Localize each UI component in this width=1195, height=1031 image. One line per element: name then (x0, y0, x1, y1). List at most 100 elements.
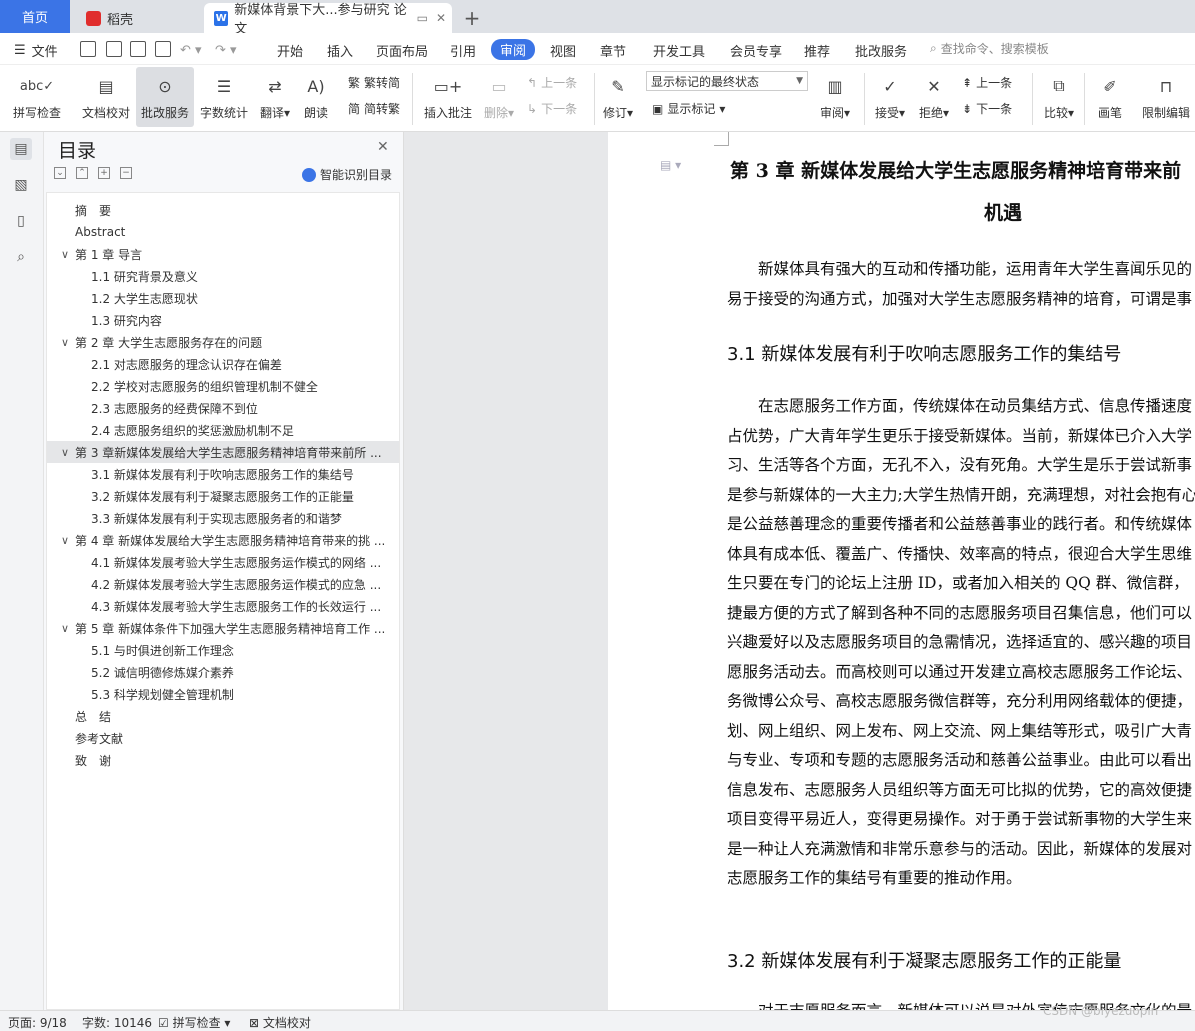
document-page[interactable]: ▤ ▾ 第 3 章 新媒体发展给大学生志愿服务精神培育带来前 机遇 新媒体具有强… (608, 132, 1195, 1010)
next-comment-button[interactable]: ↳ 下一条 (527, 100, 577, 117)
correction-service-button[interactable]: ⊙ 批改服务 (136, 67, 194, 127)
toc-item[interactable]: ∨ 第 5 章 新媒体条件下加强大学生志愿服务精神培育工作 ... (47, 617, 399, 639)
toc-item[interactable]: 致 谢 (47, 749, 399, 771)
save-icon[interactable] (80, 41, 96, 57)
trad-to-simp-button[interactable]: 繁 繁转简 (348, 74, 400, 91)
toc-item[interactable]: 1.2 大学生志愿现状 (47, 287, 399, 309)
simp-to-trad-button[interactable]: 简 简转繁 (348, 100, 400, 117)
toc-item[interactable]: 2.3 志愿服务的经费保障不到位 (47, 397, 399, 419)
add-item-icon[interactable]: + (98, 167, 110, 179)
review-ribbon: abc✓ 拼写检查 ▤ 文档校对 ⊙ 批改服务 ☰ 字数统计 ⇄ 翻译▾ A) … (0, 65, 1195, 132)
next-change-button[interactable]: ⇟ 下一条 (962, 100, 1012, 117)
chevron-down-icon[interactable]: ∨ (61, 248, 69, 261)
reject-button[interactable]: ✕ 拒绝▾ (914, 67, 954, 127)
toc-item[interactable]: 5.2 诚信明德修炼媒介素养 (47, 661, 399, 683)
translate-button[interactable]: ⇄ 翻译▾ (256, 67, 294, 127)
tab-close-icon[interactable]: ✕ (436, 11, 446, 25)
chevron-down-icon[interactable]: ∨ (61, 446, 69, 459)
menu-view[interactable]: 视图 (550, 40, 576, 60)
pen-button[interactable]: ✐ 画笔 (1090, 67, 1130, 127)
toc-item[interactable]: 总 结 (47, 705, 399, 727)
toc-item[interactable]: 4.1 新媒体发展考验大学生志愿服务运作模式的网络 ... (47, 551, 399, 573)
print-preview-icon[interactable] (155, 41, 171, 57)
accept-button[interactable]: ✓ 接受▾ (870, 67, 910, 127)
show-markup-button[interactable]: ▣ 显示标记 ▾ (652, 100, 725, 117)
close-icon[interactable]: ✕ (377, 139, 389, 155)
toc-item[interactable]: 4.2 新媒体发展考验大学生志愿服务运作模式的应急 ... (47, 573, 399, 595)
toc-item[interactable]: 2.2 学校对志愿服务的组织管理机制不健全 (47, 375, 399, 397)
menu-chapter[interactable]: 章节 (600, 40, 626, 60)
prev-change-button[interactable]: ⇞ 上一条 (962, 74, 1012, 91)
doc-check-icon: ▤ (98, 76, 114, 96)
chevron-down-icon[interactable]: ∨ (61, 534, 69, 547)
menu-review[interactable]: 审阅 (491, 39, 536, 60)
toc-icon[interactable]: ▤ (10, 138, 32, 160)
toc-item[interactable]: ∨ 第 2 章 大学生志愿服务存在的问题 (47, 331, 399, 353)
restrict-editing-button[interactable]: ⊓ 限制编辑 (1138, 67, 1194, 127)
status-spell-check[interactable]: ☑ 拼写检查 ▾ (158, 1014, 230, 1031)
tab-pin-icon[interactable]: ▭ (417, 11, 428, 25)
toc-item[interactable]: ∨ 第 3 章新媒体发展给大学生志愿服务精神培育带来前所 ... (47, 441, 399, 463)
menu-developer[interactable]: 开发工具 (653, 40, 705, 60)
status-doc-check[interactable]: ⊠ 文档校对 (249, 1014, 311, 1031)
compare-button[interactable]: ⧉ 比较▾ (1038, 67, 1080, 127)
print-icon[interactable] (130, 41, 146, 57)
toc-item[interactable]: 4.3 新媒体发展考验大学生志愿服务工作的长效运行 ... (47, 595, 399, 617)
smart-toc-button[interactable]: 智能识别目录 (302, 166, 392, 183)
track-changes-icon: ✎ (611, 76, 625, 96)
prev-comment-button[interactable]: ↰ 上一条 (527, 74, 577, 91)
word-count-button[interactable]: ☰ 字数统计 (196, 67, 252, 127)
read-aloud-button[interactable]: A) 朗读 (298, 67, 334, 127)
toc-item[interactable]: 3.1 新媒体发展有利于吹响志愿服务工作的集结号 (47, 463, 399, 485)
track-changes-button[interactable]: ✎ 修订▾ (600, 67, 636, 127)
review-pane-button[interactable]: ▥ 审阅▾ (814, 67, 856, 127)
toc-item[interactable]: 1.1 研究背景及意义 (47, 265, 399, 287)
toc-item[interactable]: 3.2 新媒体发展有利于凝聚志愿服务工作的正能量 (47, 485, 399, 507)
toc-item[interactable]: 5.3 科学规划健全管理机制 (47, 683, 399, 705)
toc-item[interactable]: 2.4 志愿服务组织的奖惩激励机制不足 (47, 419, 399, 441)
export-pdf-icon[interactable] (106, 41, 122, 57)
markup-mode-select[interactable]: 显示标记的最终状态 ▼ (646, 71, 808, 91)
remove-item-icon[interactable]: − (120, 167, 132, 179)
toc-item[interactable]: 1.3 研究内容 (47, 309, 399, 331)
page-indicator[interactable]: 页面: 9/18 (8, 1014, 67, 1031)
new-tab-button[interactable]: + (458, 3, 486, 33)
doc-check-button[interactable]: ▤ 文档校对 (78, 67, 134, 127)
menu-insert[interactable]: 插入 (327, 40, 353, 60)
toc-item[interactable]: 参考文献 (47, 727, 399, 749)
collapse-all-icon[interactable]: ⌄ (54, 167, 66, 179)
redo-icon[interactable]: ↷ ▾ (215, 40, 237, 60)
navigation-icon[interactable]: ▧ (10, 174, 32, 196)
menu-reference[interactable]: 引用 (450, 40, 476, 60)
file-menu[interactable]: ☰ 文件 (14, 40, 58, 60)
chevron-down-icon[interactable]: ∨ (61, 336, 69, 349)
toc-item[interactable]: 摘 要 (47, 199, 399, 221)
search-icon[interactable]: ⌕ (10, 246, 32, 268)
spell-check-button[interactable]: abc✓ 拼写检查 (8, 67, 66, 127)
bookmark-icon[interactable]: ▯ (10, 210, 32, 232)
menu-member[interactable]: 会员专享 (730, 40, 782, 60)
toc-item[interactable]: ∨ 第 1 章 导言 (47, 243, 399, 265)
expand-all-icon[interactable]: ⌃ (76, 167, 88, 179)
watermark: CSDN @biyezuopin (1043, 1004, 1159, 1018)
menu-correction[interactable]: 批改服务 (855, 40, 907, 60)
menu-layout[interactable]: 页面布局 (376, 40, 428, 60)
insert-comment-button[interactable]: ▭+ 插入批注 (420, 67, 476, 127)
toc-item[interactable]: Abstract (47, 221, 399, 243)
tab-document[interactable]: W 新媒体背景下大...参与研究 论文 ▭ ✕ (204, 3, 452, 37)
word-count-indicator[interactable]: 字数: 10146 (82, 1014, 152, 1031)
toc-item[interactable]: 5.1 与时俱进创新工作理念 (47, 639, 399, 661)
toc-item[interactable]: 2.1 对志愿服务的理念认识存在偏差 (47, 353, 399, 375)
tab-daoke[interactable]: 稻壳 (78, 3, 200, 33)
menu-start[interactable]: 开始 (277, 40, 303, 60)
command-search[interactable]: ⌕ 查找命令、搜索模板 (930, 40, 1049, 57)
paragraph-handle-icon[interactable]: ▤ ▾ (660, 158, 681, 172)
tab-home[interactable]: 首页 (0, 0, 70, 33)
menu-recommend[interactable]: 推荐 (804, 40, 830, 60)
toc-item[interactable]: ∨ 第 4 章 新媒体发展给大学生志愿服务精神培育带来的挑 ... (47, 529, 399, 551)
chevron-down-icon[interactable]: ∨ (61, 622, 69, 635)
undo-icon[interactable]: ↶ ▾ (180, 40, 202, 60)
delete-comment-button[interactable]: ▭ 删除▾ (480, 67, 518, 127)
toc-item[interactable]: 3.3 新媒体发展有利于实现志愿服务者的和谐梦 (47, 507, 399, 529)
smart-toc-label: 智能识别目录 (320, 168, 393, 182)
